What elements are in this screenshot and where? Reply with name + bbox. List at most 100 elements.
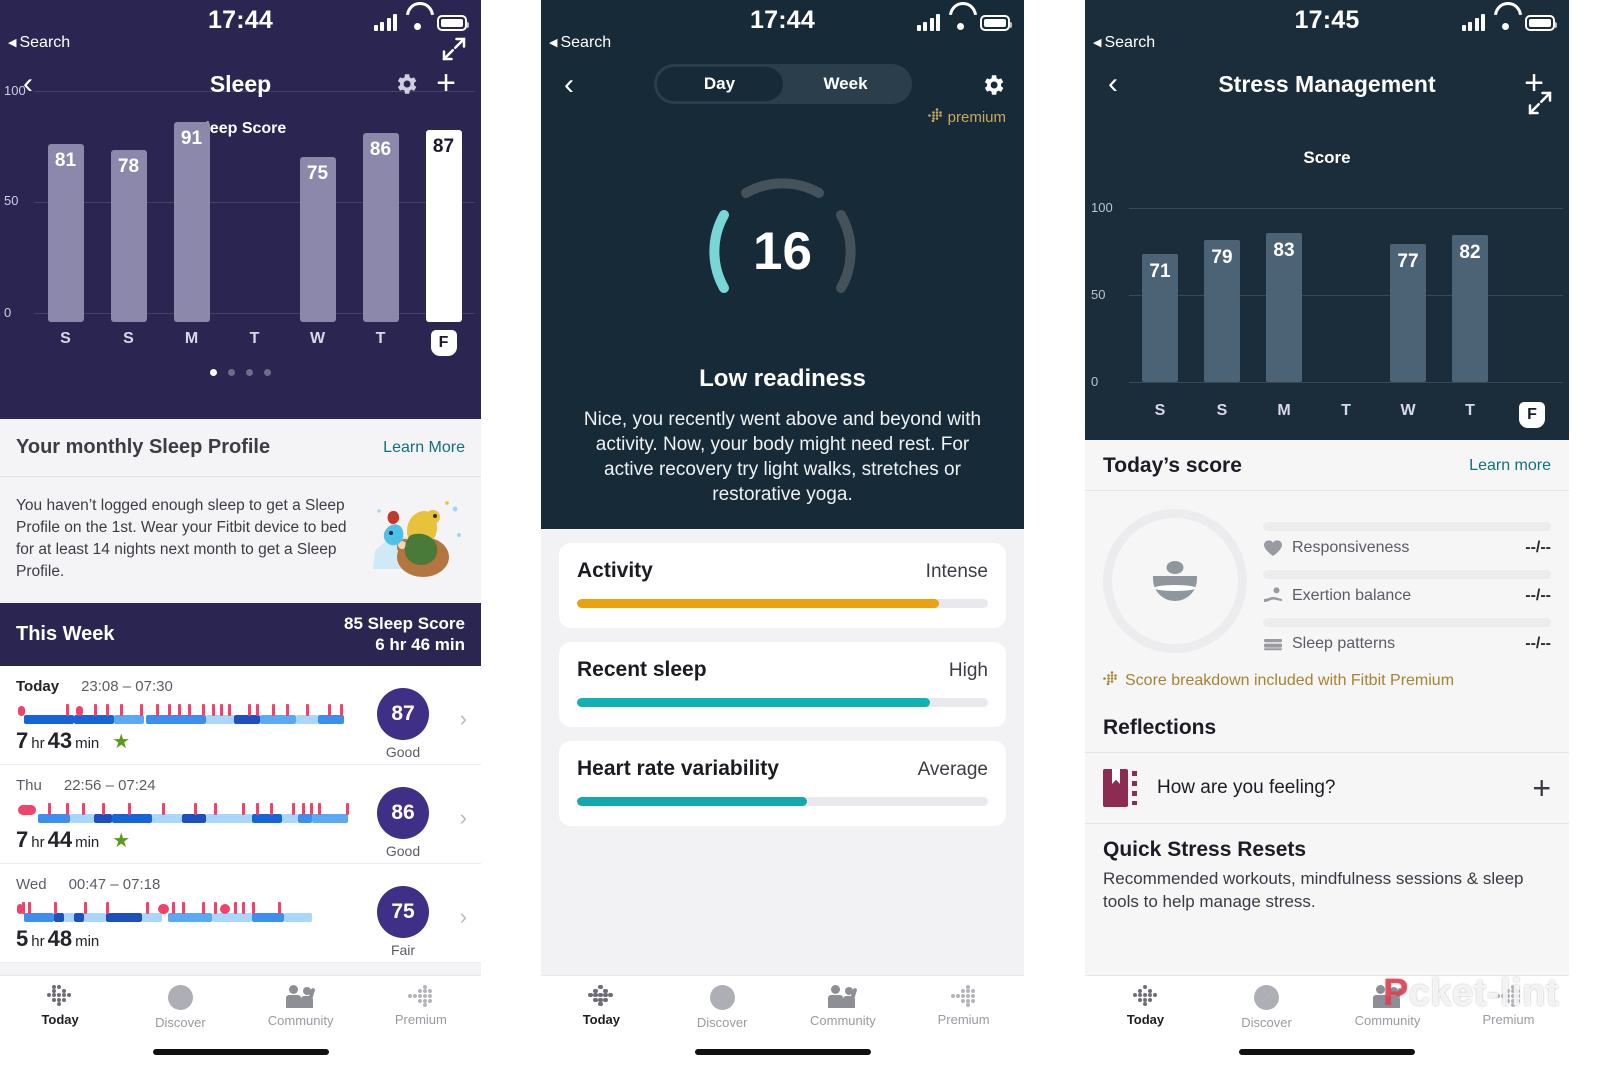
metric-meter — [577, 797, 988, 807]
tab-discover[interactable]: Discover — [120, 985, 240, 1030]
metric-card-hrv[interactable]: Heart rate variability Average — [559, 741, 1006, 827]
tab-day[interactable]: Day — [656, 67, 783, 101]
row-hours-unit: hr — [31, 833, 45, 851]
bar-col-6-empty[interactable] — [1501, 202, 1563, 382]
sleep-score-chart[interactable]: 100 50 0 81 78 91 75 86 87 S S M T W T F — [0, 75, 481, 380]
back-triangle-icon: ◀ — [1093, 36, 1102, 49]
tab-community[interactable]: Community — [1327, 985, 1448, 1030]
status-badge: 87 — [377, 687, 429, 740]
journal-icon — [1103, 769, 1137, 807]
metric-label: Responsiveness — [1292, 539, 1410, 556]
status-bar: 17:44 ◀ Search — [541, 0, 1024, 58]
bar-col-0[interactable]: 81 — [34, 91, 97, 322]
x-label-3: T — [1341, 402, 1351, 419]
tab-today[interactable]: Today — [0, 985, 120, 1030]
learn-more-link[interactable]: Learn more — [1469, 457, 1551, 475]
status-time: 17:44 — [750, 6, 815, 34]
bar-value: 81 — [54, 150, 77, 171]
add-reflection-button[interactable]: + — [1532, 772, 1551, 805]
bar-col-1[interactable]: 79 — [1191, 202, 1253, 382]
compass-icon — [709, 985, 735, 1010]
table-row[interactable]: Wed 00:47 – 07:18 5 hr 48 min 75 Fair › — [0, 864, 481, 963]
bar-thu[interactable]: 86 — [362, 133, 399, 322]
chart-page-dots[interactable] — [0, 369, 481, 376]
chevron-right-icon[interactable]: › — [460, 706, 467, 732]
bar-fri-today[interactable]: 87 — [425, 130, 462, 322]
bar-value: 91 — [180, 128, 203, 149]
expand-chart-icon[interactable] — [439, 34, 471, 66]
bar-sun-1[interactable]: 81 — [47, 144, 84, 322]
bottom-tab-bar: Today Discover Community Premium — [541, 975, 1024, 1067]
this-week-header: This Week 85 Sleep Score 6 hr 46 min — [0, 603, 481, 666]
metric-card-activity[interactable]: Activity Intense — [559, 543, 1006, 629]
metric-value: Average — [917, 759, 988, 781]
status-bar: 17:45 ◀ Search — [1085, 0, 1569, 58]
sleep-profile-text: You haven’t logged enough sleep to get a… — [16, 497, 347, 580]
bar-col-5[interactable]: 86 — [349, 91, 412, 322]
day-week-toggle[interactable]: Day Week — [653, 64, 912, 104]
bar-wed: 77 — [1390, 244, 1426, 382]
bar-value: 87 — [432, 136, 455, 157]
bar-sat[interactable]: 78 — [110, 150, 147, 322]
status-back-to-search[interactable]: ◀ Search — [8, 34, 70, 52]
bar-col-3-empty[interactable] — [223, 91, 286, 322]
table-row[interactable]: Thu 22:56 – 07:24 7 hr 44 min ★ 86 Good … — [0, 765, 481, 864]
bottom-tab-bar: Today Discover Community Premium — [1085, 975, 1569, 1067]
bar-wed[interactable]: 75 — [299, 157, 336, 322]
tab-today[interactable]: Today — [541, 985, 662, 1030]
tab-premium[interactable]: Premium — [361, 985, 481, 1030]
row-time-range: 22:56 – 07:24 — [63, 776, 156, 794]
metric-card-recent-sleep[interactable]: Recent sleep High — [559, 642, 1006, 728]
tab-premium[interactable]: Premium — [903, 985, 1024, 1030]
tab-label: Discover — [1241, 1015, 1292, 1030]
chevron-right-icon[interactable]: › — [460, 805, 467, 831]
tab-today[interactable]: Today — [1085, 985, 1206, 1030]
reflection-row[interactable]: How are you feeling? + — [1085, 753, 1569, 824]
tab-community[interactable]: Community — [783, 985, 904, 1030]
table-row[interactable]: Today 23:08 – 07:30 7 hr 43 min ★ 87 Goo… — [0, 666, 481, 765]
bar-col-0[interactable]: 71 — [1129, 202, 1191, 382]
status-back-to-search[interactable]: ◀ Search — [549, 34, 611, 52]
learn-more-link[interactable]: Learn More — [383, 439, 465, 457]
fitbit-dots-icon — [587, 985, 615, 1007]
tab-label: Premium — [1482, 1012, 1535, 1027]
back-triangle-icon: ◀ — [549, 36, 558, 49]
chevron-right-icon[interactable]: › — [460, 904, 467, 930]
back-button[interactable]: ‹ — [549, 65, 589, 105]
metric-label: Sleep patterns — [1292, 635, 1396, 652]
status-back-to-search[interactable]: ◀ Search — [1093, 34, 1155, 52]
bar-col-3-empty[interactable] — [1315, 202, 1377, 382]
bar-group: 81 78 91 75 86 87 — [34, 91, 475, 322]
y-tick-50: 50 — [1091, 287, 1106, 302]
page-dot-1[interactable] — [210, 369, 217, 376]
x-label-6-today: F — [1501, 402, 1563, 428]
gear-icon[interactable] — [980, 72, 1006, 98]
tab-discover[interactable]: Discover — [662, 985, 783, 1030]
today-chip-label: F — [1519, 402, 1545, 428]
bar-col-6[interactable]: 87 — [412, 91, 475, 322]
y-tick-50: 50 — [4, 193, 19, 208]
tab-community[interactable]: Community — [241, 985, 361, 1030]
page-dot-3[interactable] — [246, 369, 253, 376]
stress-score-chart[interactable]: 100 50 0 71 79 83 77 82 S S M T W T F — [1085, 92, 1569, 428]
row-day: Today — [16, 677, 60, 695]
bar-col-2[interactable]: 91 — [160, 91, 223, 322]
page-dot-4[interactable] — [264, 369, 271, 376]
bar-mon[interactable]: 91 — [173, 122, 210, 322]
bar-value: 75 — [306, 163, 329, 184]
heart-icon — [1263, 539, 1283, 557]
tab-week[interactable]: Week — [783, 67, 909, 101]
tab-premium[interactable]: Premium — [1448, 985, 1569, 1030]
tab-discover[interactable]: Discover — [1206, 985, 1327, 1030]
metric-exertion-balance: Exertion balance --/-- — [1263, 557, 1551, 605]
bar-value: 79 — [1211, 247, 1233, 268]
bar-col-2[interactable]: 83 — [1253, 202, 1315, 382]
bar-col-5[interactable]: 82 — [1439, 202, 1501, 382]
bar-col-1[interactable]: 78 — [97, 91, 160, 322]
row-hours-unit: hr — [31, 932, 45, 950]
bar-col-4[interactable]: 75 — [286, 91, 349, 322]
page-dot-2[interactable] — [228, 369, 235, 376]
metric-bar-empty — [1263, 570, 1551, 579]
premium-upsell-note[interactable]: Score breakdown included with Fitbit Pre… — [1085, 659, 1569, 706]
bar-col-4[interactable]: 77 — [1377, 202, 1439, 382]
